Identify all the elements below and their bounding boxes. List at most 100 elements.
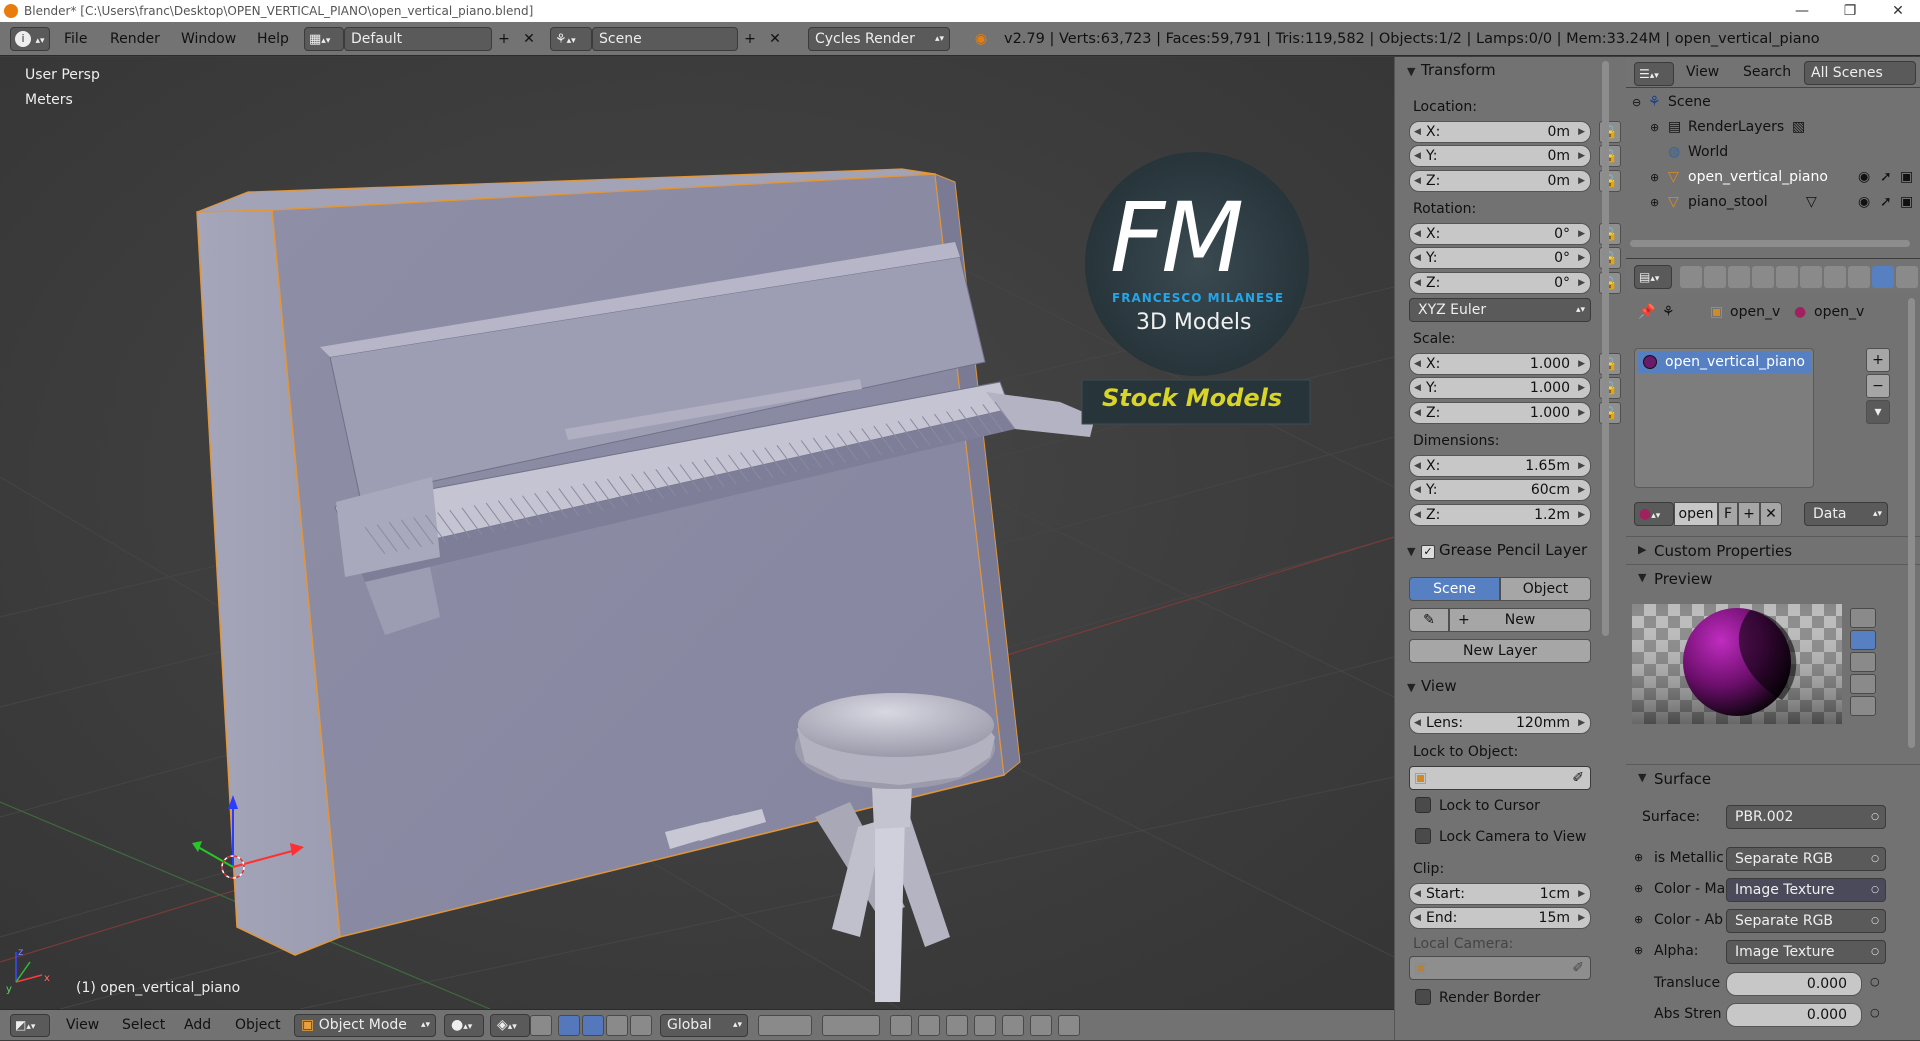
menu-window[interactable]: Window xyxy=(181,22,236,56)
eyedropper-icon[interactable]: ✐ xyxy=(1572,957,1584,979)
gp-browse-button[interactable]: ✎ xyxy=(1409,608,1449,632)
surface-panel-header[interactable]: ▼ Surface xyxy=(1626,764,1920,792)
location-z-field[interactable]: ◀ Z: 0m ▶ xyxy=(1409,170,1591,192)
location-x-field[interactable]: ◀ X: 0m ▶ xyxy=(1409,121,1591,143)
scene-tab-icon[interactable] xyxy=(1728,266,1750,288)
editor-type-button[interactable]: i ▴▾ xyxy=(10,27,50,51)
world-tab-icon[interactable] xyxy=(1752,266,1774,288)
grease-pencil-section-header[interactable]: ▼ ✓ Grease Pencil Layer xyxy=(1407,541,1587,559)
gp-new-button[interactable]: + New xyxy=(1449,608,1591,632)
texture-tab-icon[interactable] xyxy=(1896,266,1918,288)
outliner-view-menu[interactable]: View xyxy=(1686,57,1719,88)
grease-pencil-checkbox[interactable]: ✓ xyxy=(1421,545,1435,559)
material-slot-item[interactable]: open_vertical_piano xyxy=(1637,351,1811,373)
expand-input-icon[interactable]: ⊕ xyxy=(1634,851,1643,864)
limit-selection-icon[interactable] xyxy=(530,1015,552,1036)
transform-section-header[interactable]: ▼ Transform xyxy=(1407,61,1496,79)
rotation-z-field[interactable]: ◀ Z: 0° ▶ xyxy=(1409,272,1591,294)
gp-new-layer-button[interactable]: New Layer xyxy=(1409,639,1591,663)
new-material-button[interactable]: + xyxy=(1738,502,1760,526)
menu-add[interactable]: Add xyxy=(184,1010,211,1041)
translate-manipulator-icon[interactable] xyxy=(582,1015,604,1036)
outliner-display-mode-dropdown[interactable]: All Scenes xyxy=(1804,61,1916,85)
expand-icon[interactable]: ⊕ xyxy=(1650,165,1659,190)
gp-object-button[interactable]: Object xyxy=(1500,577,1591,601)
local-camera-field[interactable]: ▣ ✐ xyxy=(1409,956,1591,980)
dimensions-z-field[interactable]: ◀ Z: 1.2m ▶ xyxy=(1409,504,1591,526)
proportional-edit-icon[interactable] xyxy=(918,1015,940,1036)
scale-z-field[interactable]: ◀ Z: 1.000 ▶ xyxy=(1409,402,1591,424)
collapse-icon[interactable]: ⊖ xyxy=(1632,90,1641,115)
input-node-field[interactable]: Separate RGB ○ xyxy=(1726,847,1886,871)
preview-monkey-icon[interactable] xyxy=(1850,674,1876,694)
custom-properties-panel-header[interactable]: ▶ Custom Properties xyxy=(1626,536,1920,564)
dimensions-y-field[interactable]: ◀ Y: 60cm ▶ xyxy=(1409,479,1591,501)
manipulator-toggle-icon[interactable] xyxy=(558,1015,580,1036)
preview-cube-icon[interactable] xyxy=(1850,652,1876,672)
editor-type-button[interactable]: ☰▴▾ xyxy=(1634,62,1674,86)
scale-manipulator-icon[interactable] xyxy=(630,1015,652,1036)
material-tab-icon[interactable] xyxy=(1872,266,1894,288)
outliner-row-world[interactable]: ◍ World xyxy=(1626,140,1920,165)
rotate-manipulator-icon[interactable] xyxy=(606,1015,628,1036)
menu-render[interactable]: Render xyxy=(110,22,160,56)
dimensions-x-field[interactable]: ◀ X: 1.65m ▶ xyxy=(1409,455,1591,477)
menu-help[interactable]: Help xyxy=(257,22,289,56)
close-button[interactable]: ✕ xyxy=(1878,0,1918,22)
camera-render-icon[interactable]: ▣ xyxy=(1900,165,1913,190)
expand-input-icon[interactable]: ⊕ xyxy=(1634,882,1643,895)
outliner-row-renderlayers[interactable]: ⊕ ▤ RenderLayers ▧ xyxy=(1626,115,1920,140)
layers-grid-2[interactable] xyxy=(822,1015,880,1036)
remove-layout-icon[interactable]: ✕ xyxy=(518,28,540,50)
preview-hair-icon[interactable] xyxy=(1850,696,1876,716)
material-link-dropdown[interactable]: Data ▴▾ xyxy=(1804,502,1888,526)
layers-grid-1[interactable] xyxy=(758,1015,812,1036)
fake-user-button[interactable]: F xyxy=(1718,502,1738,526)
render-engine-dropdown[interactable]: Cycles Render ▴▾ xyxy=(808,27,950,51)
preview-flat-icon[interactable] xyxy=(1850,608,1876,628)
outliner-row-scene[interactable]: ⊖ ⚘ Scene xyxy=(1626,90,1920,115)
outliner-row-piano-stool[interactable]: ⊕ ▽ piano_stool ▽ ◉ ➚ ▣ xyxy=(1626,190,1920,215)
editor-type-button[interactable]: ▤▴▾ xyxy=(1634,265,1672,289)
location-y-field[interactable]: ◀ Y: 0m ▶ xyxy=(1409,145,1591,167)
unlink-material-button[interactable]: ✕ xyxy=(1760,502,1782,526)
node-link-icon[interactable]: ○ xyxy=(1870,975,1880,988)
camera-render-icon[interactable]: ▣ xyxy=(1900,190,1913,215)
material-browse-button[interactable]: ●▴▾ xyxy=(1634,502,1674,526)
opengl-render-icon[interactable] xyxy=(1030,1015,1052,1036)
expand-icon[interactable]: ⊕ xyxy=(1650,115,1659,140)
render-border-checkbox[interactable] xyxy=(1415,989,1431,1005)
outliner-row-open-vertical-piano[interactable]: ⊕ ▽ open_vertical_piano ◉ ➚ ▣ xyxy=(1626,165,1920,190)
editor-type-button[interactable]: ◩▴▾ xyxy=(10,1014,50,1037)
eye-icon[interactable]: ◉ xyxy=(1858,165,1870,190)
opengl-animation-icon[interactable] xyxy=(1058,1015,1080,1036)
menu-object[interactable]: Object xyxy=(235,1010,281,1041)
material-name-field[interactable]: open xyxy=(1674,502,1718,526)
interaction-mode-dropdown[interactable]: ▣ Object Mode ▴▾ xyxy=(294,1014,436,1037)
expand-input-icon[interactable]: ⊕ xyxy=(1634,913,1643,926)
cursor-select-icon[interactable]: ➚ xyxy=(1880,165,1892,190)
rotation-y-field[interactable]: ◀ Y: 0° ▶ xyxy=(1409,247,1591,269)
lock-layers-icon[interactable] xyxy=(890,1015,912,1036)
data-tab-icon[interactable] xyxy=(1848,266,1870,288)
add-layout-icon[interactable]: + xyxy=(493,28,515,50)
menu-view[interactable]: View xyxy=(66,1010,99,1041)
npanel-scrollbar[interactable] xyxy=(1602,61,1609,636)
3d-viewport[interactable]: z y x User Persp Meters (1) open_vertica… xyxy=(0,57,1394,1009)
eyedropper-icon[interactable]: ✐ xyxy=(1572,767,1584,789)
object-tab-icon[interactable] xyxy=(1776,266,1798,288)
renderlayers-tab-icon[interactable] xyxy=(1704,266,1726,288)
add-material-slot-button[interactable]: + xyxy=(1866,348,1890,372)
snap-target-icon[interactable] xyxy=(1002,1015,1024,1036)
menu-file[interactable]: File xyxy=(64,22,87,56)
snap-toggle-icon[interactable] xyxy=(946,1015,968,1036)
maximize-button[interactable]: ❐ xyxy=(1830,0,1870,22)
cursor-select-icon[interactable]: ➚ xyxy=(1880,190,1892,215)
abs-strength-slider[interactable]: 0.000 xyxy=(1726,1003,1862,1027)
expand-icon[interactable]: ⊕ xyxy=(1650,190,1659,215)
expand-input-icon[interactable]: ⊕ xyxy=(1634,944,1643,957)
input-node-field[interactable]: Image Texture ○ xyxy=(1726,940,1886,964)
input-node-field[interactable]: Image Texture ○ xyxy=(1726,878,1886,902)
rotation-x-field[interactable]: ◀ X: 0° ▶ xyxy=(1409,223,1591,245)
lock-camera-checkbox[interactable] xyxy=(1415,828,1431,844)
